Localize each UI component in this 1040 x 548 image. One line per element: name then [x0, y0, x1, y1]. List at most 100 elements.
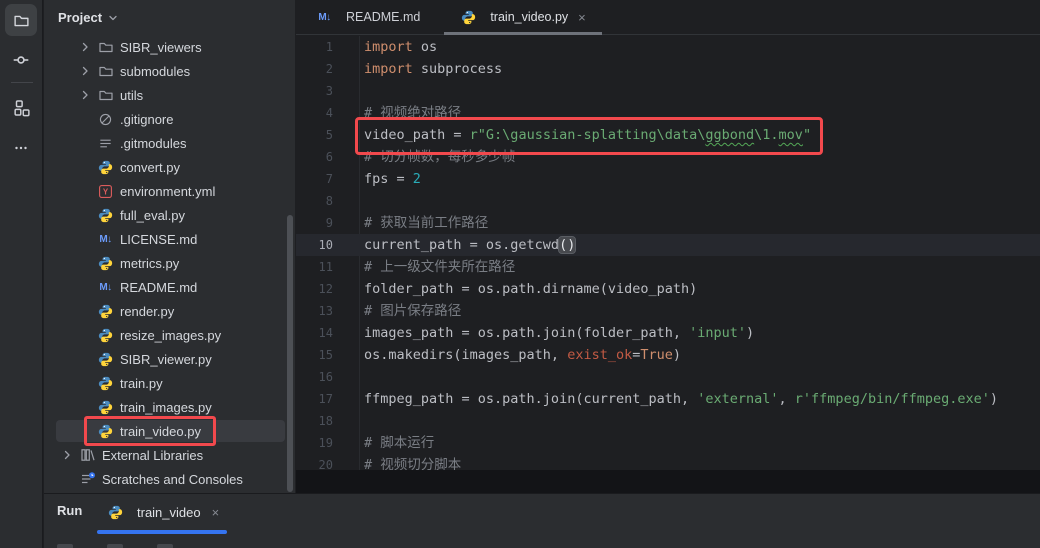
line-number[interactable]: 2: [296, 58, 333, 80]
tree-scrollbar[interactable]: [287, 215, 293, 492]
tab-train-video-py[interactable]: train_video.py ×: [444, 0, 601, 34]
python-icon: [97, 160, 114, 175]
python-icon: [97, 352, 114, 367]
tree-item-label: convert.py: [120, 160, 180, 175]
code-line-16[interactable]: 16: [296, 366, 1040, 388]
tab-readme-md[interactable]: M↓ README.md: [300, 0, 436, 34]
line-number[interactable]: 12: [296, 278, 333, 300]
tree-item-label: utils: [120, 88, 143, 103]
tree-item-resize-images-py[interactable]: resize_images.py: [44, 323, 295, 347]
python-icon: [97, 376, 114, 391]
code-line-2[interactable]: 2import subprocess: [296, 58, 1040, 80]
tree-item-utils[interactable]: utils: [44, 83, 295, 107]
tree-item-convert-py[interactable]: convert.py: [44, 155, 295, 179]
chevron-right-icon[interactable]: [61, 449, 79, 461]
line-number[interactable]: 15: [296, 344, 333, 366]
line-number[interactable]: 1: [296, 36, 333, 58]
line-number[interactable]: 11: [296, 256, 333, 278]
code-line-14[interactable]: 14images_path = os.path.join(folder_path…: [296, 322, 1040, 344]
code-line-3[interactable]: 3: [296, 80, 1040, 102]
code-line-20[interactable]: 20# 视频切分脚本: [296, 454, 1040, 470]
run-tab-label: train_video: [137, 505, 201, 520]
code-line-19[interactable]: 19# 脚本运行: [296, 432, 1040, 454]
run-tab-train-video[interactable]: train_video ×: [107, 499, 219, 525]
close-icon[interactable]: ×: [212, 505, 220, 520]
line-number[interactable]: 5: [296, 124, 333, 146]
code-line-7[interactable]: 7fps = 2: [296, 168, 1040, 190]
project-folder-icon: [13, 12, 30, 29]
code-line-9[interactable]: 9# 获取当前工作路径: [296, 212, 1040, 234]
more-icon: [13, 140, 29, 156]
tree-item-gitmodules[interactable]: .gitmodules: [44, 131, 295, 155]
stripe-button-structure[interactable]: [5, 92, 37, 124]
code-line-18[interactable]: 18: [296, 410, 1040, 432]
line-number[interactable]: 19: [296, 432, 333, 454]
tree-item-scratches-and-consoles[interactable]: Scratches and Consoles: [44, 467, 295, 491]
svg-text:Y: Y: [103, 187, 109, 196]
code-editor[interactable]: 1import os2import subprocess34# 视频绝对路径5v…: [296, 36, 1040, 470]
line-number[interactable]: 7: [296, 168, 333, 190]
stripe-button-more[interactable]: [5, 132, 37, 164]
tab-label: train_video.py: [490, 10, 568, 24]
line-number[interactable]: 6: [296, 146, 333, 168]
tree-item-render-py[interactable]: render.py: [44, 299, 295, 323]
line-number[interactable]: 20: [296, 454, 333, 470]
run-tab-underline: [97, 530, 227, 534]
editor-bottom-strip: [296, 470, 1040, 493]
gitignore-icon: [97, 112, 114, 127]
line-number[interactable]: 9: [296, 212, 333, 234]
line-number[interactable]: 10: [296, 234, 333, 256]
project-panel-header[interactable]: Project: [44, 0, 295, 35]
code-line-11[interactable]: 11# 上一级文件夹所在路径: [296, 256, 1040, 278]
code-line-10[interactable]: 10current_path = os.getcwd(): [296, 234, 1040, 256]
code-line-15[interactable]: 15os.makedirs(images_path, exist_ok=True…: [296, 344, 1040, 366]
tree-item-environment-yml[interactable]: Yenvironment.yml: [44, 179, 295, 203]
tree-item-gitignore[interactable]: .gitignore: [44, 107, 295, 131]
tree-item-label: LICENSE.md: [120, 232, 197, 247]
tree-item-label: Scratches and Consoles: [102, 472, 243, 487]
ide-window: Project SIBR_viewers submodules utils .giti…: [0, 0, 1040, 548]
editor-tab-bar: M↓ README.md train_video.py ×: [296, 0, 1040, 35]
line-number[interactable]: 14: [296, 322, 333, 344]
line-number[interactable]: 4: [296, 102, 333, 124]
tree-item-metrics-py[interactable]: metrics.py: [44, 251, 295, 275]
line-number[interactable]: 16: [296, 366, 333, 388]
python-icon: [97, 328, 114, 343]
line-number[interactable]: 17: [296, 388, 333, 410]
line-number[interactable]: 18: [296, 410, 333, 432]
tab-label: README.md: [346, 10, 420, 24]
yaml-icon: Y: [97, 184, 114, 199]
tree-item-full-eval-py[interactable]: full_eval.py: [44, 203, 295, 227]
tree-item-label: .gitmodules: [120, 136, 186, 151]
tree-item-readme-md[interactable]: M↓README.md: [44, 275, 295, 299]
line-number[interactable]: 8: [296, 190, 333, 212]
chevron-right-icon[interactable]: [79, 65, 97, 77]
code-line-8[interactable]: 8: [296, 190, 1040, 212]
tree-item-label: submodules: [120, 64, 190, 79]
tree-item-label: External Libraries: [102, 448, 203, 463]
tree-item-license-md[interactable]: M↓LICENSE.md: [44, 227, 295, 251]
close-icon[interactable]: ×: [578, 11, 586, 24]
tree-item-external-libraries[interactable]: External Libraries: [44, 443, 295, 467]
tree-item-label: SIBR_viewers: [120, 40, 202, 55]
tree-item-train-py[interactable]: train.py: [44, 371, 295, 395]
python-icon: [107, 505, 124, 520]
code-line-12[interactable]: 12folder_path = os.path.dirname(video_pa…: [296, 278, 1040, 300]
stripe-button-project[interactable]: [5, 4, 37, 36]
tree-item-sibr-viewers[interactable]: SIBR_viewers: [44, 35, 295, 59]
annotation-box-code: [355, 117, 823, 155]
tree-item-submodules[interactable]: submodules: [44, 59, 295, 83]
code-line-17[interactable]: 17ffmpeg_path = os.path.join(current_pat…: [296, 388, 1040, 410]
chevron-right-icon[interactable]: [79, 89, 97, 101]
project-panel-title: Project: [58, 10, 102, 25]
code-line-1[interactable]: 1import os: [296, 36, 1040, 58]
tree-item-label: SIBR_viewer.py: [120, 352, 212, 367]
code-line-13[interactable]: 13# 图片保存路径: [296, 300, 1040, 322]
tree-item-label: .gitignore: [120, 112, 173, 127]
line-number[interactable]: 13: [296, 300, 333, 322]
chevron-right-icon[interactable]: [79, 41, 97, 53]
python-icon: [97, 400, 114, 415]
tree-item-sibr-viewer-py[interactable]: SIBR_viewer.py: [44, 347, 295, 371]
stripe-button-commit[interactable]: [5, 44, 37, 76]
line-number[interactable]: 3: [296, 80, 333, 102]
